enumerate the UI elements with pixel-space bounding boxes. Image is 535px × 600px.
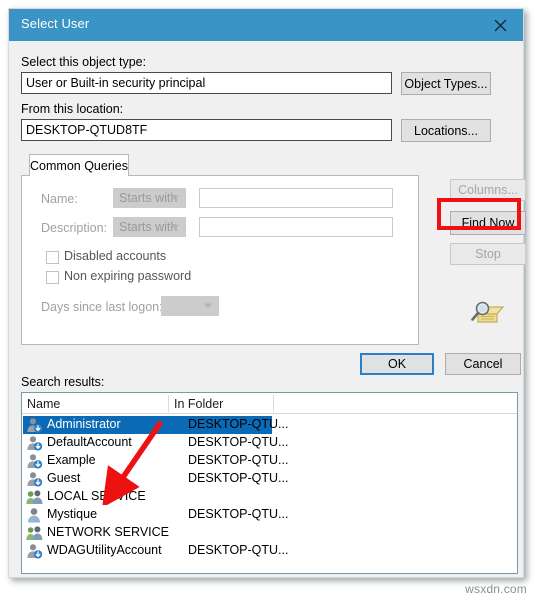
days-since-last-logon-label: Days since last logon: [41, 300, 163, 314]
search-folder-icon [468, 296, 508, 328]
window-title: Select User [21, 16, 90, 31]
row-name: DefaultAccount [47, 435, 132, 449]
row-in-folder: DESKTOP-QTU... [188, 471, 289, 485]
row-in-folder: DESKTOP-QTU... [188, 507, 289, 521]
non-expiring-password-label: Non expiring password [64, 269, 192, 283]
tab-active-underlay [30, 175, 128, 177]
column-divider[interactable] [273, 395, 274, 412]
locations-button[interactable]: Locations... [401, 119, 491, 142]
row-in-folder: DESKTOP-QTU... [188, 435, 289, 449]
row-in-folder: DESKTOP-QTU... [188, 453, 289, 467]
row-name: WDAGUtilityAccount [47, 543, 162, 557]
row-name: Administrator [47, 417, 121, 431]
stop-button[interactable]: Stop [450, 243, 526, 265]
object-types-button[interactable]: Object Types... [401, 72, 491, 95]
column-header-in-folder[interactable]: In Folder [169, 393, 273, 414]
find-now-button[interactable]: Find Now [450, 211, 526, 235]
name-operator-value: Starts with [119, 191, 178, 205]
chevron-down-icon [171, 195, 179, 201]
user-icon [26, 435, 43, 451]
chevron-down-icon [171, 224, 179, 230]
name-value-input[interactable] [199, 188, 393, 208]
description-label: Description: [41, 221, 107, 235]
search-results-list[interactable]: Name In Folder Administrator DESKTOP-QTU.… [21, 392, 518, 574]
user-icon [26, 453, 43, 469]
row-in-folder: DESKTOP-QTU... [188, 417, 289, 431]
non-expiring-password-checkbox[interactable] [46, 271, 59, 284]
search-results-label: Search results: [21, 375, 105, 389]
name-label: Name: [41, 192, 78, 206]
object-type-input[interactable]: User or Built-in security principal [21, 72, 392, 94]
close-icon[interactable] [477, 9, 523, 41]
user-icon [26, 543, 43, 559]
ok-button[interactable]: OK [360, 353, 434, 375]
row-in-folder: DESKTOP-QTU... [188, 543, 289, 557]
row-name: LOCAL SERVICE [47, 489, 146, 503]
person-icon [26, 507, 43, 523]
group-icon [26, 489, 43, 505]
user-icon [26, 417, 43, 433]
table-row[interactable]: NETWORK SERVICE [23, 524, 272, 542]
tab-common-queries[interactable]: Common Queries [29, 154, 129, 176]
cancel-button[interactable]: Cancel [445, 353, 521, 375]
description-operator-select[interactable]: Starts with [113, 217, 186, 237]
row-name: Mystique [47, 507, 98, 521]
select-user-dialog: Select User Select this object type: Use… [8, 8, 526, 578]
disabled-accounts-label: Disabled accounts [64, 249, 167, 263]
row-name: Guest [47, 471, 81, 485]
row-name: NETWORK SERVICE [47, 525, 170, 539]
list-header: Name In Folder [22, 393, 517, 414]
description-value-input[interactable] [199, 217, 393, 237]
description-operator-value: Starts with [119, 220, 178, 234]
screenshot-root: Select User Select this object type: Use… [0, 0, 535, 600]
user-icon [26, 471, 43, 487]
days-since-last-logon-select[interactable] [161, 296, 219, 316]
watermark: wsxdn.com [465, 582, 527, 596]
table-row[interactable]: LOCAL SERVICE [23, 488, 272, 506]
row-name: Example [47, 453, 96, 467]
location-label: From this location: [21, 102, 124, 116]
group-icon [26, 525, 43, 541]
disabled-accounts-checkbox[interactable] [46, 251, 59, 264]
column-header-name[interactable]: Name [22, 393, 168, 414]
object-type-label: Select this object type: [21, 55, 147, 69]
name-operator-select[interactable]: Starts with [113, 188, 186, 208]
columns-button[interactable]: Columns... [450, 179, 526, 201]
chevron-down-icon [204, 303, 212, 309]
title-bar: Select User [9, 9, 523, 41]
location-input[interactable]: DESKTOP-QTUD8TF [21, 119, 392, 141]
